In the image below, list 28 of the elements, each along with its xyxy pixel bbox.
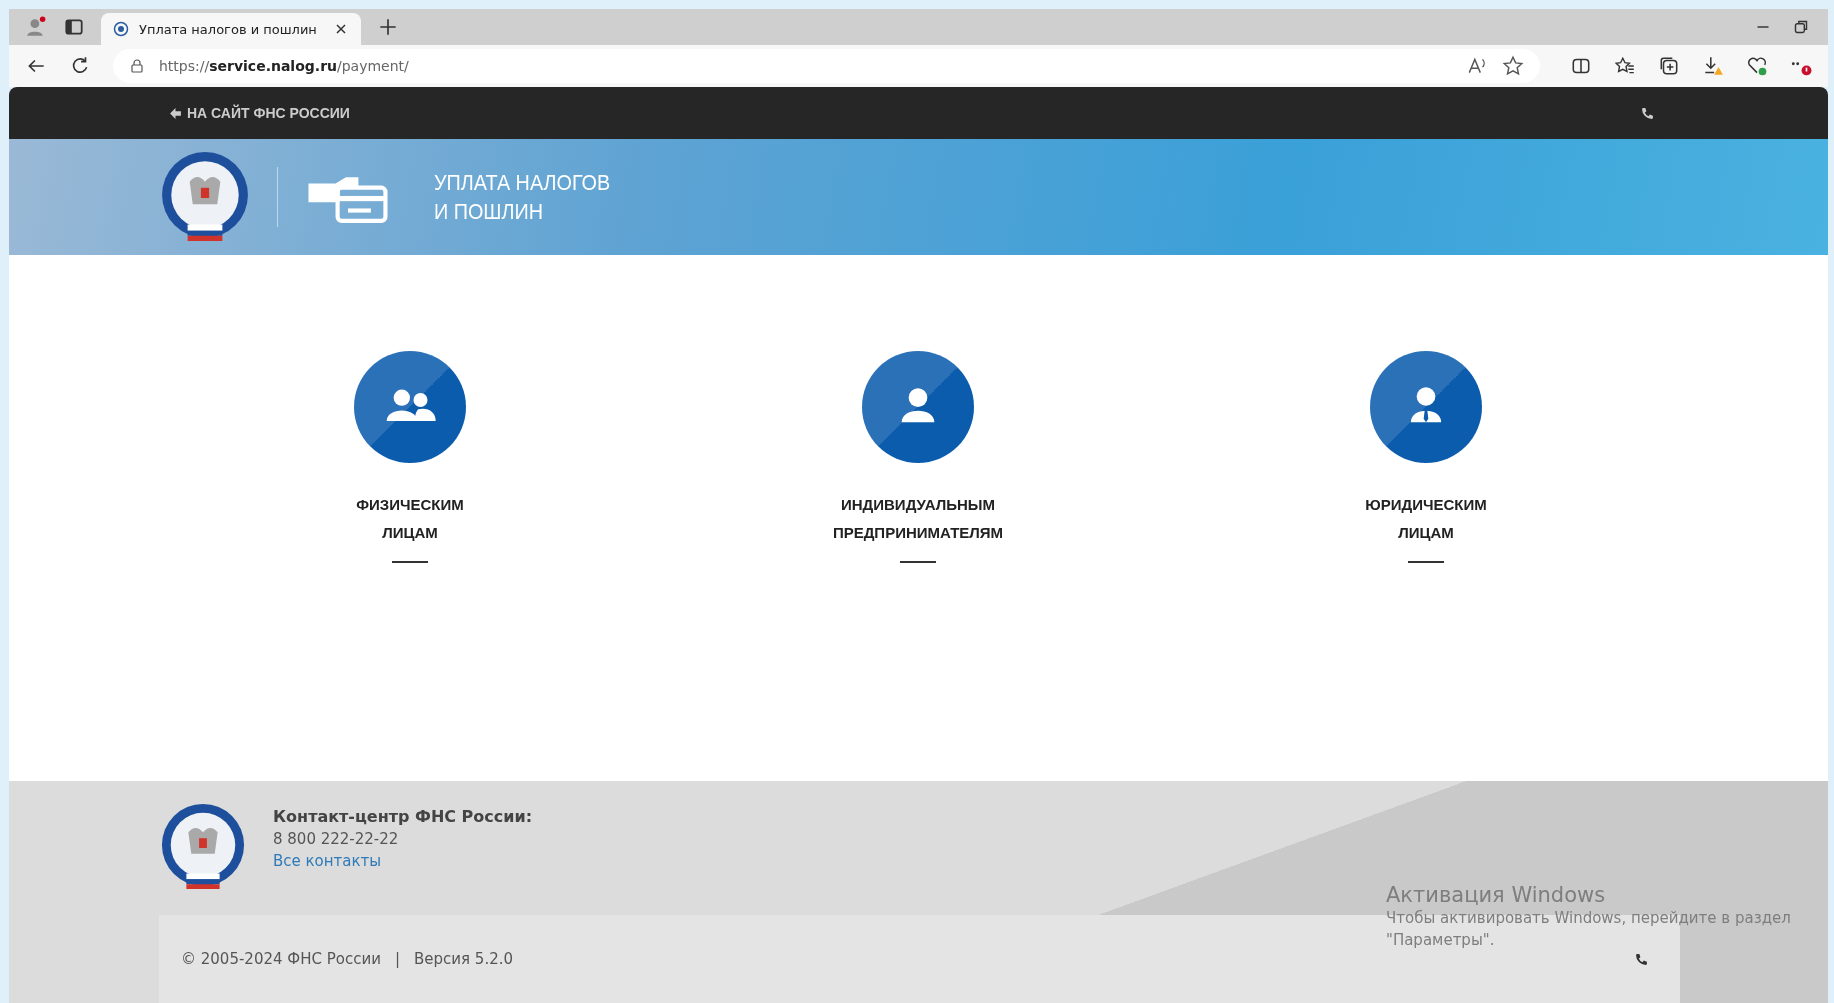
emblem-logo-icon bbox=[159, 803, 247, 891]
back-to-site-link[interactable]: НА САЙТ ФНС РОССИИ bbox=[169, 105, 350, 121]
address-field[interactable]: https://service.nalog.ru/payment/ bbox=[113, 49, 1540, 83]
arrow-left-icon bbox=[169, 106, 182, 120]
copyright-text: © 2005-2024 ФНС России bbox=[181, 950, 381, 968]
phone-icon[interactable] bbox=[1635, 952, 1648, 966]
site-icon bbox=[113, 21, 129, 37]
browser-tab[interactable]: Уплата налогов и пошлин bbox=[101, 13, 361, 45]
contact-center-title: Контакт-центр ФНС России: bbox=[273, 807, 533, 826]
activation-notice-text: Чтобы активировать Windows, перейдите в раздел bbox=[1386, 908, 1791, 929]
version-text: Версия 5.2.0 bbox=[414, 950, 513, 968]
category-link[interactable]: ИНДИВИДУАЛЬНЫМ ПРЕДПРИНИМАТЕЛЯМ bbox=[832, 491, 1004, 547]
download-warning-icon[interactable] bbox=[1702, 55, 1724, 77]
category-link[interactable]: ЮРИДИЧЕСКИМ ЛИЦАМ bbox=[1365, 491, 1487, 547]
service-title: УПЛАТА НАЛОГОВ И ПОШЛИН bbox=[434, 169, 611, 226]
star-icon[interactable] bbox=[1502, 55, 1524, 77]
phone-number: 8 800 222-22-22 bbox=[273, 830, 400, 848]
activation-notice-title: Активация Windows bbox=[1386, 883, 1607, 907]
profile-icon[interactable] bbox=[25, 16, 47, 38]
category-link[interactable]: ФИЗИЧЕСКИМ ЛИЦАМ bbox=[356, 491, 464, 547]
separator-text: | bbox=[394, 950, 400, 968]
new-tab-icon[interactable] bbox=[377, 16, 399, 38]
emblem-logo-icon[interactable] bbox=[159, 151, 251, 243]
activation-notice-text: "Параметры". bbox=[1386, 930, 1496, 951]
lock-icon bbox=[129, 58, 145, 74]
phone-icon[interactable] bbox=[1641, 106, 1654, 120]
health-icon[interactable] bbox=[1746, 55, 1768, 77]
collections-icon[interactable] bbox=[1658, 55, 1680, 77]
